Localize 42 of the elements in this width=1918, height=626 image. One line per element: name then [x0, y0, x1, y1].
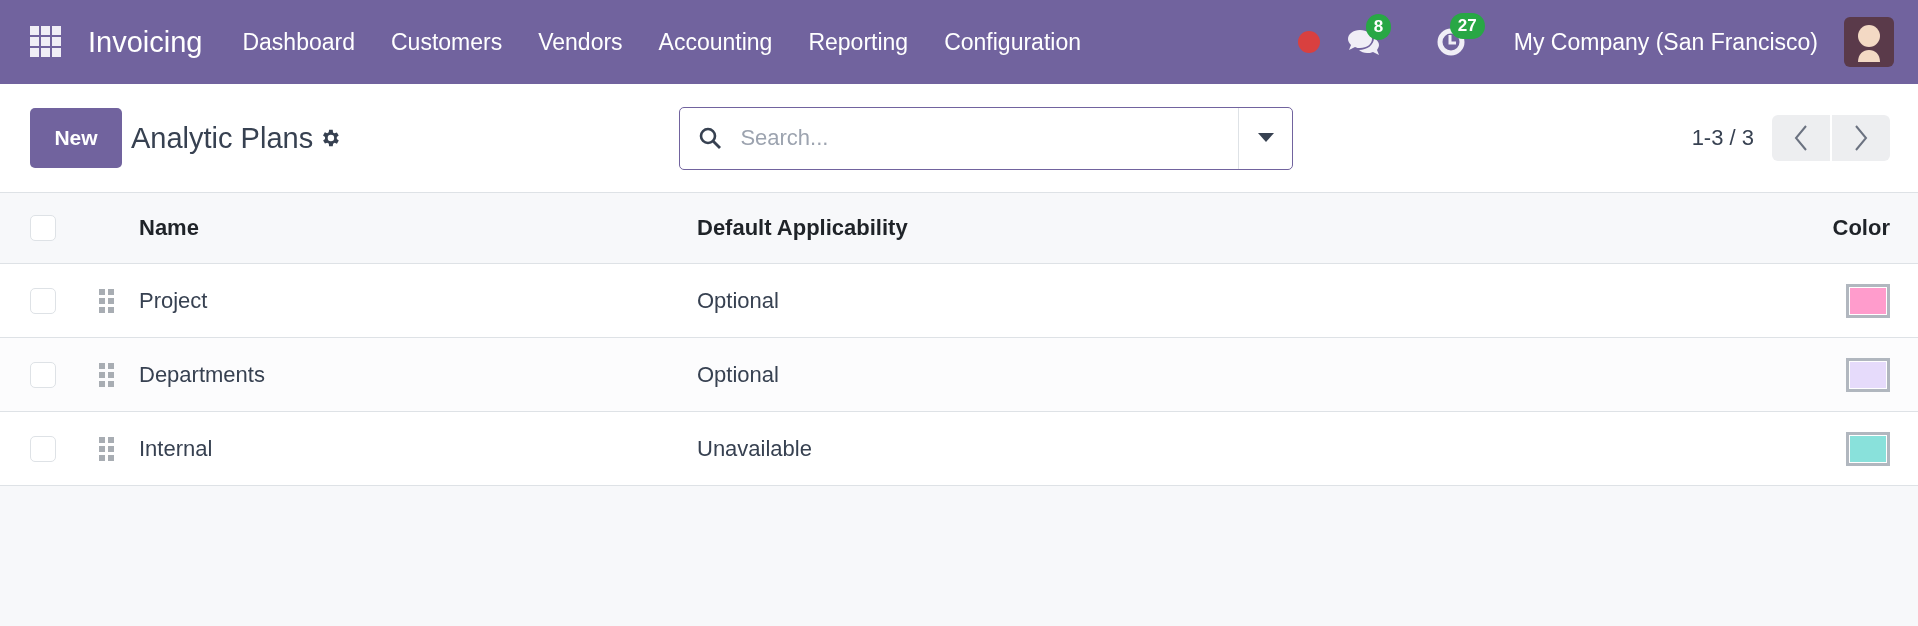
table-cell-text: Optional: [697, 287, 780, 314]
row-checkbox[interactable]: [30, 435, 56, 462]
menu-item[interactable]: Vendors: [520, 28, 641, 56]
menu-item[interactable]: Customers: [373, 28, 521, 56]
table-cell-text: Unavailable: [697, 435, 813, 462]
app-grid-icon[interactable]: [30, 26, 62, 58]
column-header[interactable]: Default Applicability: [697, 215, 908, 241]
column-header[interactable]: Name: [139, 215, 199, 241]
next-page-button[interactable]: [1832, 115, 1890, 161]
search-field[interactable]: Search...: [679, 106, 1294, 170]
page-title: Analytic Plans: [131, 121, 314, 155]
app-name[interactable]: Invoicing: [88, 25, 203, 59]
drag-handle-icon[interactable]: [99, 436, 114, 461]
pager-value[interactable]: 1-3 / 3: [1691, 125, 1754, 151]
color-swatch[interactable]: [1846, 357, 1890, 392]
chevron-left-icon: [1794, 125, 1808, 151]
select-all-checkbox[interactable]: [30, 215, 56, 241]
activity-count-badge: 27: [1449, 13, 1485, 39]
caret-icon: [1257, 133, 1274, 143]
table-cell-text: Departments: [139, 361, 266, 388]
user-avatar[interactable]: [1844, 17, 1894, 67]
status-dot-icon[interactable]: [1297, 31, 1320, 53]
table-cell-text: Internal: [139, 435, 214, 462]
menu-item[interactable]: Accounting: [640, 28, 791, 56]
table-cell-text: Project: [139, 287, 209, 314]
table-cell-text: Optional: [697, 361, 780, 388]
column-header[interactable]: Color: [1832, 215, 1890, 241]
previous-page-button[interactable]: [1772, 115, 1830, 161]
menu-item[interactable]: Dashboard: [224, 28, 373, 56]
row-checkbox[interactable]: [30, 361, 56, 388]
message-count-badge: 8: [1365, 14, 1392, 40]
color-swatch[interactable]: [1846, 283, 1890, 318]
row-checkbox[interactable]: [30, 287, 56, 314]
drag-handle-icon[interactable]: [99, 362, 114, 387]
color-swatch[interactable]: [1846, 431, 1890, 466]
new-button[interactable]: New: [30, 108, 122, 168]
menu-item[interactable]: Reporting: [790, 28, 927, 56]
search-icon: [698, 126, 723, 150]
drag-handle-icon[interactable]: [99, 288, 114, 313]
menu-item[interactable]: Configuration: [926, 28, 1099, 56]
company-name[interactable]: My Company (San Francisco): [1513, 28, 1818, 56]
chevron-right-icon: [1854, 125, 1868, 151]
